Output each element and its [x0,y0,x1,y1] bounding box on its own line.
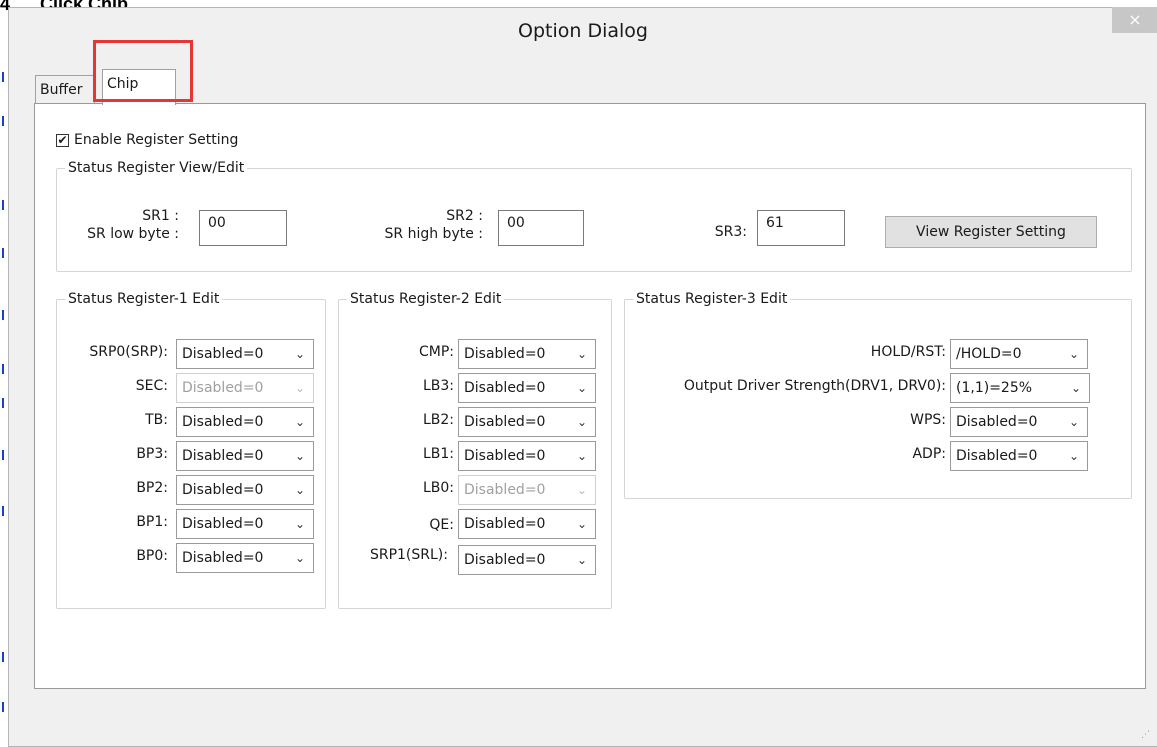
output-driver-strength-value: (1,1)=25% [956,380,1033,396]
bp1-value: Disabled=0 [182,516,264,532]
chevron-down-icon: ⌄ [576,415,587,429]
chevron-down-icon: ⌄ [294,381,305,395]
enable-register-label: Enable Register Setting [74,132,239,148]
chevron-down-icon: ⌄ [576,347,587,361]
bp1-label: BP1: [136,514,168,530]
chevron-down-icon: ⌄ [294,483,305,497]
close-icon: × [1128,10,1142,29]
status-register-1-legend: Status Register-1 Edit [68,291,220,307]
lb0-value: Disabled=0 [464,482,546,498]
chevron-down-icon: ⌄ [294,551,305,565]
hold-rst-select[interactable]: /HOLD=0 ⌄ [950,339,1088,369]
bp2-value: Disabled=0 [182,482,264,498]
sec-select: Disabled=0 ⌄ [176,373,314,403]
tutorial-highlight-box [93,40,193,102]
srp1-value: Disabled=0 [464,552,546,568]
chevron-down-icon: ⌄ [1070,381,1081,395]
lb2-label: LB2: [422,412,454,428]
wps-label: WPS: [910,412,946,428]
lb3-value: Disabled=0 [464,380,546,396]
view-register-setting-button[interactable]: View Register Setting [885,216,1097,248]
chevron-down-icon: ⌄ [294,415,305,429]
bp1-select[interactable]: Disabled=0 ⌄ [176,509,314,539]
tb-value: Disabled=0 [182,414,264,430]
hold-rst-label: HOLD/RST: [870,344,946,360]
srp1-label: SRP1(SRL): [369,547,448,563]
bp0-value: Disabled=0 [182,550,264,566]
chevron-down-icon: ⌄ [1068,415,1079,429]
bp3-select[interactable]: Disabled=0 ⌄ [176,441,314,471]
adp-value: Disabled=0 [956,448,1038,464]
chevron-down-icon: ⌄ [294,449,305,463]
sec-label: SEC: [135,378,168,394]
bp3-value: Disabled=0 [182,448,264,464]
chevron-down-icon: ⌄ [1068,449,1079,463]
resize-grip-icon[interactable]: ⋰ [1141,730,1151,740]
chevron-down-icon: ⌄ [576,381,587,395]
chevron-down-icon: ⌄ [1068,347,1079,361]
qe-value: Disabled=0 [464,516,546,532]
lb2-select[interactable]: Disabled=0 ⌄ [458,407,596,437]
cmp-value: Disabled=0 [464,346,546,362]
bp3-label: BP3: [136,446,168,462]
sec-value: Disabled=0 [182,380,264,396]
chevron-down-icon: ⌄ [576,483,587,497]
srp0-value: Disabled=0 [182,346,264,362]
left-margin-marks [0,60,6,740]
sr2-label-line2: SR high byte : [384,226,483,242]
srp0-label: SRP0(SRP): [89,344,168,360]
close-button[interactable]: × [1112,7,1157,33]
enable-register-checkbox[interactable]: ✔ [56,132,69,147]
status-register-3-legend: Status Register-3 Edit [636,291,788,307]
output-driver-strength-select[interactable]: (1,1)=25% ⌄ [950,373,1090,403]
enable-register-row[interactable]: ✔ Enable Register Setting [56,131,238,149]
chevron-down-icon: ⌄ [294,347,305,361]
adp-label: ADP: [912,446,946,462]
sr2-input[interactable]: 00 [498,210,584,246]
sr1-label-line2: SR low byte : [87,226,179,242]
lb1-select[interactable]: Disabled=0 ⌄ [458,441,596,471]
lb1-label: LB1: [422,446,454,462]
cmp-label: CMP: [418,344,454,360]
bp2-label: BP2: [136,480,168,496]
cmp-select[interactable]: Disabled=0 ⌄ [458,339,596,369]
status-register-view-legend: Status Register View/Edit [68,160,245,176]
sr3-label: SR3: [714,224,747,240]
tab-buffer[interactable]: Buffer [35,75,95,103]
lb2-value: Disabled=0 [464,414,546,430]
qe-select[interactable]: Disabled=0 ⌄ [458,509,596,539]
lb1-value: Disabled=0 [464,448,546,464]
status-register-2-legend: Status Register-2 Edit [350,291,502,307]
wps-value: Disabled=0 [956,414,1038,430]
sr1-label-line1: SR1 : [142,208,179,224]
qe-label: QE: [429,517,454,533]
srp0-select[interactable]: Disabled=0 ⌄ [176,339,314,369]
window-title: Option Dialog [518,20,648,42]
chevron-down-icon: ⌄ [576,449,587,463]
chip-tab-panel: ✔ Enable Register Setting Status Registe… [34,103,1146,689]
lb0-select: Disabled=0 ⌄ [458,475,596,505]
checkmark-icon: ✔ [57,132,68,147]
srp1-select[interactable]: Disabled=0 ⌄ [458,545,596,575]
option-dialog-window: Option Dialog × Buffer Chip ✔ Enable Reg… [8,7,1157,747]
bp0-label: BP0: [136,548,168,564]
hold-rst-value: /HOLD=0 [956,346,1022,362]
output-driver-strength-label: Output Driver Strength(DRV1, DRV0): [683,378,946,394]
chevron-down-icon: ⌄ [294,517,305,531]
adp-select[interactable]: Disabled=0 ⌄ [950,441,1088,471]
lb3-select[interactable]: Disabled=0 ⌄ [458,373,596,403]
wps-select[interactable]: Disabled=0 ⌄ [950,407,1088,437]
chevron-down-icon: ⌄ [576,517,587,531]
sr3-input[interactable]: 61 [757,210,845,246]
lb3-label: LB3: [422,378,454,394]
lb0-label: LB0: [422,480,454,496]
chevron-down-icon: ⌄ [576,553,587,567]
tb-label: TB: [145,412,168,428]
sr1-input[interactable]: 00 [199,210,287,246]
bp0-select[interactable]: Disabled=0 ⌄ [176,543,314,573]
bp2-select[interactable]: Disabled=0 ⌄ [176,475,314,505]
sr2-label-line1: SR2 : [446,208,483,224]
tb-select[interactable]: Disabled=0 ⌄ [176,407,314,437]
